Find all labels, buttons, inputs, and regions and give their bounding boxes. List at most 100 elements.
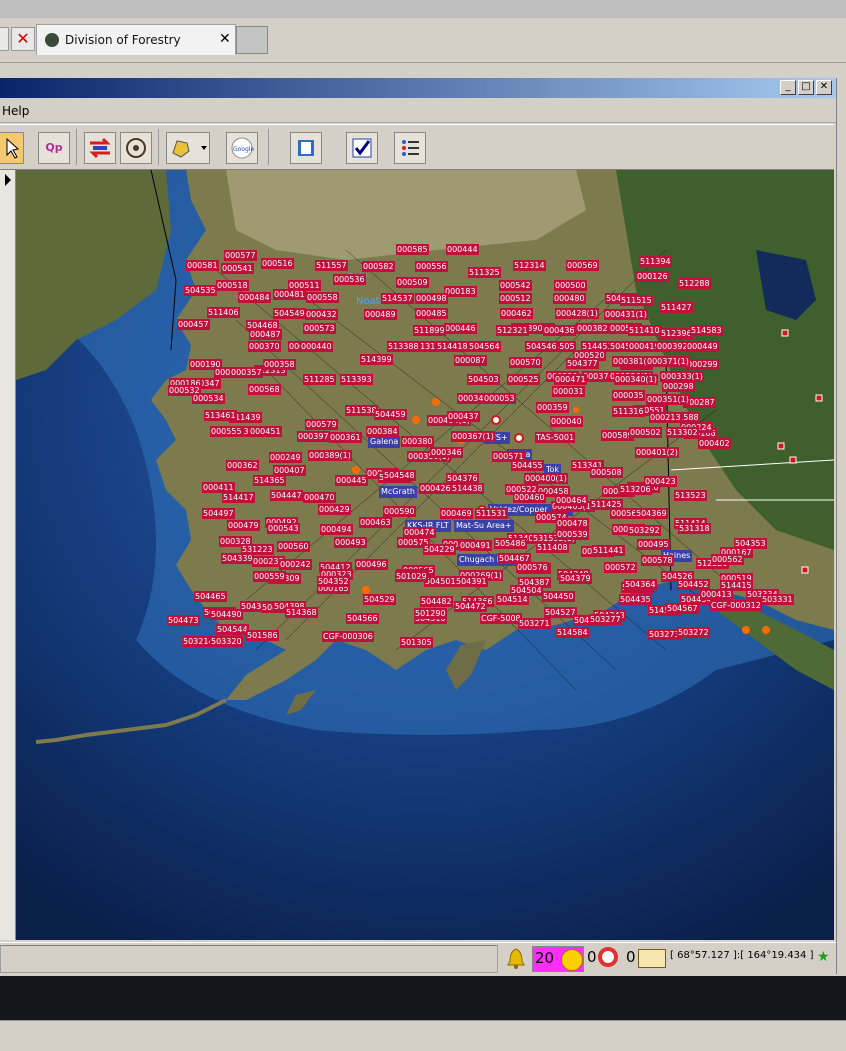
fire-id-label[interactable]: 504352 bbox=[317, 576, 350, 587]
place-label[interactable]: McGrath bbox=[379, 486, 417, 498]
fire-id-label[interactable]: 504566 bbox=[346, 613, 379, 624]
fire-id-label[interactable]: 000346 bbox=[430, 447, 463, 458]
side-panel-toggle[interactable] bbox=[0, 170, 16, 940]
fire-id-label[interactable]: 504353 bbox=[734, 538, 767, 549]
fire-id-label[interactable]: 000491 bbox=[459, 540, 492, 551]
minimize-button[interactable]: _ bbox=[780, 80, 796, 95]
tab-close-button[interactable]: ✕ bbox=[219, 31, 231, 47]
fire-id-label[interactable]: 000559 bbox=[253, 571, 286, 582]
fire-id-label[interactable]: 504567 bbox=[666, 603, 699, 614]
fire-id-label[interactable]: 504490 bbox=[210, 609, 243, 620]
fire-id-label[interactable]: 000340(1) bbox=[614, 374, 658, 385]
bell-icon[interactable] bbox=[506, 947, 526, 969]
fire-id-label[interactable]: 000460 bbox=[513, 492, 546, 503]
fire-id-label[interactable]: 000470 bbox=[303, 492, 336, 503]
fire-id-label[interactable]: 000578 bbox=[641, 555, 674, 566]
place-label[interactable]: TAS-5001 bbox=[535, 432, 576, 443]
alert-count-badge[interactable]: 20 bbox=[532, 946, 584, 972]
fire-id-label[interactable]: 000542 bbox=[499, 280, 532, 291]
fire-id-label[interactable]: 000370 bbox=[248, 341, 281, 352]
fire-id-label[interactable]: 503272 bbox=[677, 627, 710, 638]
fire-id-label[interactable]: 000489 bbox=[364, 309, 397, 320]
fire-id-label[interactable]: 000572 bbox=[604, 562, 637, 573]
fire-id-label[interactable]: 511408 bbox=[536, 542, 569, 553]
fire-id-label[interactable]: 000401(2) bbox=[635, 447, 679, 458]
fire-id-label[interactable]: 000590 bbox=[383, 506, 416, 517]
fire-id-label[interactable]: 000560 bbox=[277, 541, 310, 552]
swap-button[interactable] bbox=[84, 132, 116, 164]
fire-id-label[interactable]: 000440 bbox=[300, 341, 333, 352]
fire-id-label[interactable]: 504472 bbox=[454, 601, 487, 612]
fire-id-label[interactable]: 000478 bbox=[556, 518, 589, 529]
fire-id-label[interactable]: 511325 bbox=[468, 267, 501, 278]
fire-id-label[interactable]: 000053 bbox=[483, 393, 516, 404]
fire-id-label[interactable]: 504514 bbox=[496, 594, 529, 605]
fire-id-label[interactable]: 511394 bbox=[639, 256, 672, 267]
fire-id-label[interactable]: 000569 bbox=[566, 260, 599, 271]
fire-id-label[interactable]: 511899 bbox=[413, 325, 446, 336]
fire-id-label[interactable]: 000367(1) bbox=[451, 431, 495, 442]
fire-id-label[interactable]: 514583 bbox=[690, 325, 723, 336]
fire-id-label[interactable]: 000485 bbox=[415, 308, 448, 319]
fire-id-label[interactable]: 000462 bbox=[500, 308, 533, 319]
fire-id-label[interactable]: 000249 bbox=[269, 452, 302, 463]
fire-id-label[interactable]: 000516 bbox=[261, 258, 294, 269]
fire-id-label[interactable]: 513393 bbox=[340, 374, 373, 385]
fire-id-label[interactable]: 504564 bbox=[468, 341, 501, 352]
fire-id-label[interactable]: 000500 bbox=[554, 280, 587, 291]
fire-id-label[interactable]: 000446 bbox=[444, 323, 477, 334]
fire-id-label[interactable]: 505486 bbox=[494, 538, 527, 549]
fire-id-label[interactable]: 504379 bbox=[559, 573, 592, 584]
fire-id-label[interactable]: 504497 bbox=[202, 508, 235, 519]
fire-id-label[interactable]: 000484 bbox=[238, 292, 271, 303]
fire-id-label[interactable]: 000581 bbox=[186, 260, 219, 271]
fire-id-label[interactable]: 000031 bbox=[552, 386, 585, 397]
fire-id-label[interactable]: 504527 bbox=[544, 607, 577, 618]
fire-id-label[interactable]: 000536 bbox=[333, 274, 366, 285]
envelope-icon[interactable] bbox=[638, 949, 666, 968]
fire-id-label[interactable]: 504535 bbox=[184, 285, 217, 296]
fire-id-label[interactable]: 511515 bbox=[620, 295, 653, 306]
fire-id-label[interactable]: 000431(1) bbox=[604, 309, 648, 320]
life-ring-icon[interactable] bbox=[598, 947, 618, 967]
fire-id-label[interactable]: 000397 bbox=[297, 431, 330, 442]
fire-id-label[interactable]: 000570 bbox=[509, 357, 542, 368]
select-tool-button[interactable] bbox=[0, 132, 24, 164]
fire-id-label[interactable]: 503273 bbox=[648, 629, 681, 640]
close-all-tabs-button[interactable]: ✕ bbox=[11, 27, 35, 51]
fire-id-label[interactable]: 503277 bbox=[589, 614, 622, 625]
fire-id-label[interactable]: 501305 bbox=[400, 637, 433, 648]
fire-id-label[interactable]: 000389(1) bbox=[308, 450, 352, 461]
book-button[interactable] bbox=[290, 132, 322, 164]
fire-id-label[interactable]: 504549 bbox=[273, 308, 306, 319]
fire-id-label[interactable]: 000382 bbox=[576, 323, 609, 334]
fire-id-label[interactable]: 531318 bbox=[678, 523, 711, 534]
fire-id-label[interactable]: 000541 bbox=[221, 263, 254, 274]
fire-id-label[interactable]: 000568 bbox=[248, 384, 281, 395]
fire-id-label[interactable]: 000481 bbox=[273, 289, 306, 300]
fire-id-label[interactable]: 000471 bbox=[554, 374, 587, 385]
fire-id-label[interactable]: 501290 bbox=[414, 608, 447, 619]
fire-id-label[interactable]: 504482 bbox=[420, 596, 453, 607]
fire-id-label[interactable]: 000579 bbox=[305, 419, 338, 430]
fire-id-label[interactable]: 000213 bbox=[649, 412, 682, 423]
fire-id-label[interactable]: 000362 bbox=[226, 460, 259, 471]
fire-id-label[interactable]: 000558 bbox=[306, 292, 339, 303]
fire-id-label[interactable]: 000351(1) bbox=[646, 394, 690, 405]
fire-id-label[interactable]: 504455 bbox=[511, 460, 544, 471]
fire-id-label[interactable]: 504546 bbox=[525, 341, 558, 352]
fire-id-label[interactable]: CGF-000312 bbox=[710, 600, 762, 611]
fire-id-label[interactable]: 504501 bbox=[424, 576, 457, 587]
fire-id-label[interactable]: 504503 bbox=[467, 374, 500, 385]
fire-id-label[interactable]: 513388 bbox=[387, 341, 420, 352]
fire-id-label[interactable]: 000469 bbox=[440, 508, 473, 519]
fire-id-label[interactable]: 503331 bbox=[761, 594, 794, 605]
fire-id-label[interactable]: 000429 bbox=[318, 504, 351, 515]
fire-id-label[interactable]: CGF-000306 bbox=[322, 631, 374, 642]
fire-id-label[interactable]: 504548 bbox=[383, 470, 416, 481]
fire-id-label[interactable]: 512288 bbox=[678, 278, 711, 289]
fire-id-label[interactable]: 514368 bbox=[285, 607, 318, 618]
tab-division-of-forestry[interactable]: Division of Forestry ✕ bbox=[36, 24, 236, 55]
qp-button[interactable]: Qp bbox=[38, 132, 70, 164]
fire-id-label[interactable]: 000426 bbox=[419, 483, 452, 494]
